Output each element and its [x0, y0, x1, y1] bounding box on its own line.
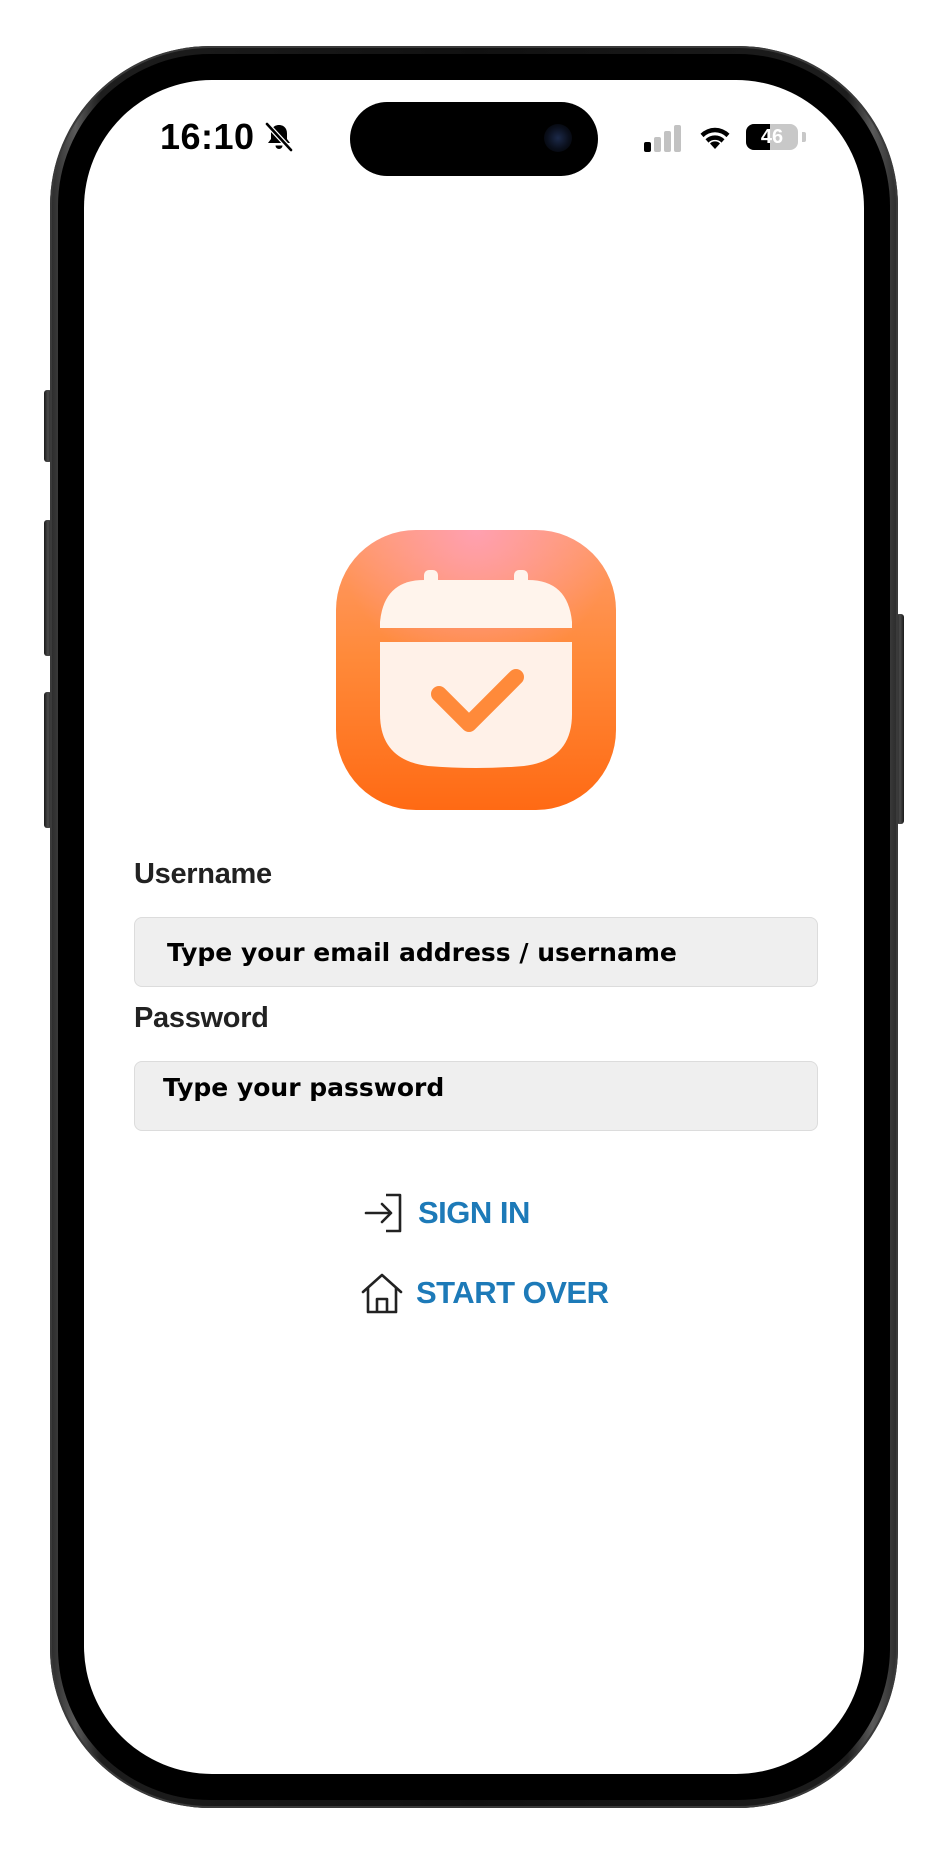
sign-in-arrow-icon	[364, 1193, 402, 1233]
password-input[interactable]	[134, 1061, 818, 1131]
battery-body: 46	[746, 124, 798, 150]
dynamic-island	[350, 102, 598, 176]
calendar-check-icon	[380, 570, 572, 768]
wifi-icon	[700, 127, 730, 149]
start-over-button[interactable]: START OVER	[360, 1269, 609, 1317]
app-logo	[336, 530, 616, 810]
sign-in-button[interactable]: SIGN IN	[362, 1189, 530, 1237]
stage: 16:10 46 Username Type your email addres…	[0, 0, 944, 1850]
status-time: 16:10	[160, 116, 255, 157]
battery-level: 46	[760, 126, 784, 148]
home-icon	[361, 1273, 403, 1314]
username-label: Username	[134, 858, 272, 890]
front-camera	[544, 124, 572, 152]
bell-slash-icon	[264, 121, 294, 153]
battery-cap	[802, 132, 806, 142]
cellular-signal-icon	[644, 125, 681, 152]
username-input[interactable]	[134, 917, 818, 987]
phone-screen: 16:10 46 Username Type your email addres…	[84, 80, 864, 1774]
sign-in-label: SIGN IN	[418, 1195, 530, 1230]
password-label: Password	[134, 1002, 269, 1034]
start-over-label: START OVER	[416, 1275, 609, 1310]
battery-icon: 46	[746, 124, 806, 150]
